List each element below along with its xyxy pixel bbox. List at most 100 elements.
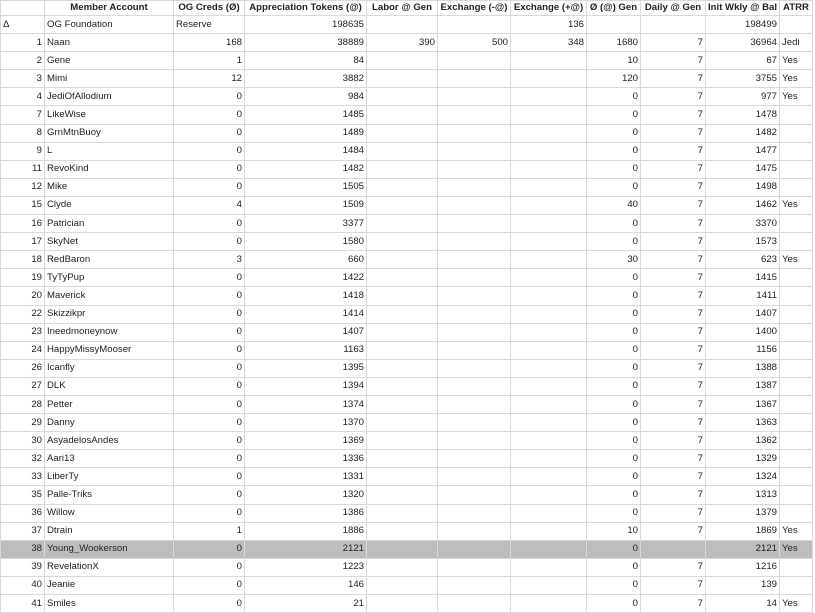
cell-exchange-plus[interactable] [510, 575, 587, 596]
cell-appreciation-tokens[interactable]: 1320 [244, 485, 367, 505]
cell-exchange-plus[interactable] [510, 268, 587, 288]
cell-atrr[interactable]: Yes [779, 69, 813, 89]
cell-exchange-minus[interactable] [437, 575, 511, 596]
cell-exchange-plus[interactable] [510, 51, 587, 71]
cell-exchange-plus[interactable]: 348 [510, 33, 587, 53]
cell-atrr[interactable]: Yes [779, 87, 813, 107]
cell-index[interactable]: 41 [0, 593, 45, 613]
cell-atrr[interactable] [779, 557, 813, 577]
cell-og-creds[interactable]: 0 [173, 159, 245, 179]
cell-labor-gen[interactable] [366, 250, 438, 270]
cell-member-account[interactable]: Petter [44, 394, 174, 415]
cell-member-account[interactable]: Danny [44, 413, 174, 433]
cell-index[interactable]: 37 [0, 521, 45, 541]
cell-appreciation-tokens[interactable]: 1407 [244, 322, 367, 342]
cell-appreciation-tokens[interactable]: 1509 [244, 195, 367, 216]
cell-og-gen[interactable]: 0 [586, 467, 641, 487]
cell-init-wkly-bal[interactable]: 1573 [705, 232, 780, 252]
cell-member-account[interactable]: Icanfly [44, 358, 174, 378]
cell-labor-gen[interactable] [366, 69, 438, 89]
cell-index[interactable]: Δ [0, 14, 45, 35]
cell-member-account[interactable]: RedBaron [44, 250, 174, 270]
cell-member-account[interactable]: Skizzikpr [44, 304, 174, 324]
cell-og-creds[interactable]: 168 [173, 33, 245, 53]
cell-exchange-plus[interactable] [510, 159, 587, 179]
cell-appreciation-tokens[interactable]: 3377 [244, 214, 367, 234]
cell-exchange-minus[interactable] [437, 250, 511, 270]
cell-appreciation-tokens[interactable]: 1414 [244, 304, 367, 324]
cell-exchange-minus[interactable] [437, 177, 511, 197]
cell-exchange-plus[interactable] [510, 557, 587, 577]
table-row[interactable]: 18 RedBaron 3 660 30 7 623 Yes [0, 250, 813, 270]
cell-init-wkly-bal[interactable]: 1475 [705, 159, 780, 179]
cell-og-creds[interactable]: 0 [173, 557, 245, 577]
cell-atrr[interactable] [779, 232, 813, 252]
cell-init-wkly-bal[interactable]: 1329 [705, 449, 780, 469]
cell-exchange-minus[interactable] [437, 376, 511, 396]
cell-init-wkly-bal[interactable]: 1216 [705, 557, 780, 577]
cell-og-creds[interactable]: 3 [173, 250, 245, 270]
cell-appreciation-tokens[interactable]: 1336 [244, 449, 367, 469]
cell-labor-gen[interactable] [366, 141, 438, 161]
cell-init-wkly-bal[interactable]: 1379 [705, 503, 780, 523]
cell-exchange-plus[interactable] [510, 250, 587, 270]
header-cell-exchange-minus[interactable]: Exchange (-@) [437, 0, 511, 16]
table-row[interactable]: 40 Jeanie 0 146 0 7 139 [0, 575, 813, 596]
cell-init-wkly-bal[interactable]: 1400 [705, 322, 780, 342]
cell-daily-gen[interactable]: 7 [640, 340, 706, 360]
cell-og-gen[interactable]: 1680 [586, 33, 641, 53]
cell-og-creds[interactable]: 0 [173, 141, 245, 161]
cell-exchange-plus[interactable] [510, 485, 587, 505]
cell-labor-gen[interactable] [366, 413, 438, 433]
cell-labor-gen[interactable] [366, 503, 438, 523]
cell-daily-gen[interactable]: 7 [640, 376, 706, 396]
cell-og-gen[interactable]: 0 [586, 159, 641, 179]
cell-init-wkly-bal[interactable]: 1367 [705, 394, 780, 415]
cell-og-creds[interactable]: 0 [173, 485, 245, 505]
cell-exchange-minus[interactable] [437, 413, 511, 433]
cell-init-wkly-bal[interactable]: 1313 [705, 485, 780, 505]
cell-labor-gen[interactable] [366, 214, 438, 234]
table-row[interactable]: 1 Naan 168 38889 390 500 348 1680 7 36964 Jedi [0, 33, 813, 53]
cell-exchange-plus[interactable] [510, 304, 587, 324]
cell-member-account[interactable]: Mike [44, 177, 174, 197]
table-row[interactable]: 8 GrnMtnBuoy 0 1489 0 7 1482 [0, 123, 813, 143]
cell-daily-gen[interactable]: 7 [640, 304, 706, 324]
cell-appreciation-tokens[interactable]: 1223 [244, 557, 367, 577]
cell-daily-gen[interactable]: 7 [640, 69, 706, 89]
cell-appreciation-tokens[interactable]: 3882 [244, 69, 367, 89]
cell-labor-gen[interactable] [366, 521, 438, 541]
table-row[interactable]: 2 Gene 1 84 10 7 67 Yes [0, 51, 813, 71]
cell-appreciation-tokens[interactable]: 21 [244, 593, 367, 613]
cell-exchange-minus[interactable] [437, 123, 511, 143]
table-row[interactable]: 9 L 0 1484 0 7 1477 [0, 141, 813, 161]
cell-exchange-minus[interactable] [437, 105, 511, 125]
cell-atrr[interactable]: Yes [779, 593, 813, 613]
cell-appreciation-tokens[interactable]: 1418 [244, 286, 367, 306]
cell-og-creds[interactable]: 0 [173, 87, 245, 107]
cell-og-creds[interactable]: 0 [173, 449, 245, 469]
cell-index[interactable]: 23 [0, 322, 45, 342]
cell-atrr[interactable] [779, 575, 813, 596]
cell-atrr[interactable] [779, 376, 813, 396]
cell-exchange-plus[interactable] [510, 449, 587, 469]
cell-og-creds[interactable]: 0 [173, 593, 245, 613]
cell-exchange-plus[interactable] [510, 141, 587, 161]
cell-og-gen[interactable]: 0 [586, 322, 641, 342]
cell-exchange-plus[interactable] [510, 358, 587, 378]
cell-og-gen[interactable]: 0 [586, 123, 641, 143]
cell-member-account[interactable]: Clyde [44, 195, 174, 216]
cell-og-gen[interactable]: 0 [586, 358, 641, 378]
cell-index[interactable]: 9 [0, 141, 45, 161]
cell-member-account[interactable]: Maverick [44, 286, 174, 306]
cell-index[interactable]: 27 [0, 376, 45, 396]
cell-init-wkly-bal[interactable]: 977 [705, 87, 780, 107]
table-row[interactable]: Δ OG Foundation Reserve 198635 136 198499 [0, 14, 813, 35]
cell-index[interactable]: 1 [0, 33, 45, 53]
cell-daily-gen[interactable]: 7 [640, 141, 706, 161]
cell-index[interactable]: 22 [0, 304, 45, 324]
cell-og-gen[interactable]: 0 [586, 177, 641, 197]
cell-index[interactable]: 29 [0, 413, 45, 433]
cell-og-creds[interactable]: 0 [173, 177, 245, 197]
table-row[interactable]: 35 Palle-Triks 0 1320 0 7 1313 [0, 485, 813, 505]
